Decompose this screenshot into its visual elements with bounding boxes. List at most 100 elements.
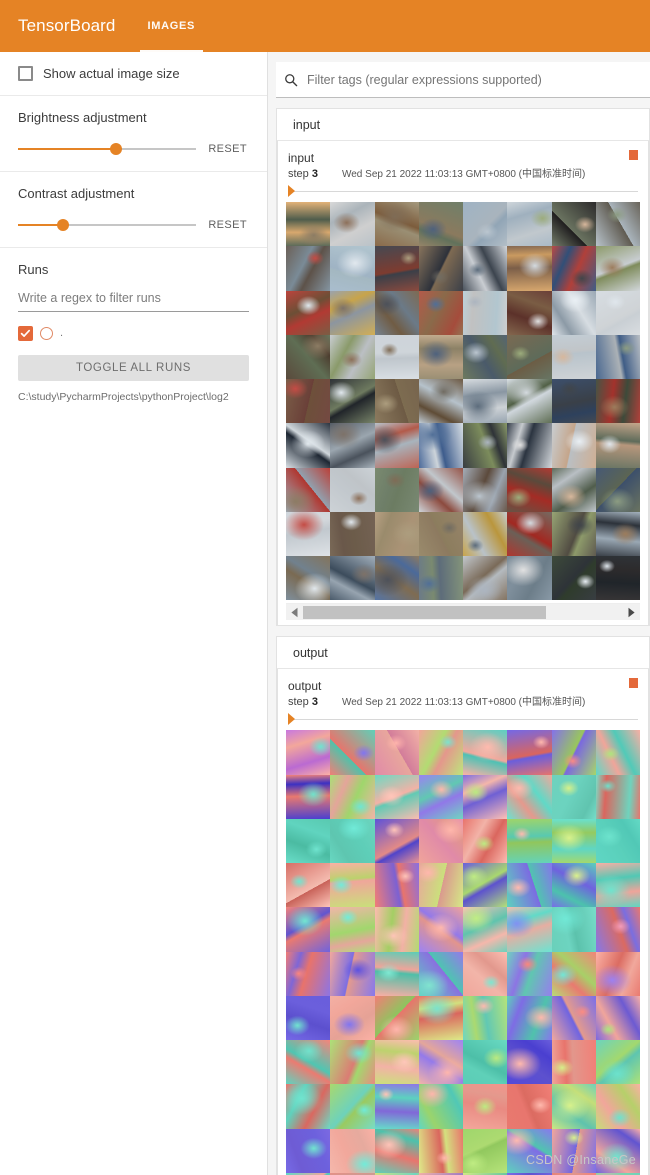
step-slider-thumb-output[interactable]: [288, 713, 295, 726]
contrast-reset-button[interactable]: RESET: [208, 219, 249, 231]
brightness-slider-thumb[interactable]: [110, 143, 123, 155]
contrast-slider-thumb[interactable]: [56, 219, 69, 231]
scroll-right-arrow-icon-input[interactable]: [623, 604, 640, 621]
image-grid-input[interactable]: [286, 202, 640, 601]
image-tile: [463, 1040, 508, 1085]
tag-group-header-output[interactable]: output: [277, 637, 649, 670]
tag-filter-bar[interactable]: [276, 62, 650, 98]
image-tile: [418, 951, 463, 996]
image-tile: [551, 863, 596, 908]
tag-group-header-input[interactable]: input: [277, 109, 649, 141]
image-tile: [463, 818, 508, 863]
image-tile: [330, 907, 375, 952]
image-tile: [418, 995, 463, 1040]
tag-filter-input[interactable]: [305, 71, 642, 88]
sidebar-section-runs: Runs . TOGGLE ALL RUNS C:\study\PycharmP…: [0, 248, 267, 417]
image-tile: [418, 1040, 463, 1085]
run-checkbox[interactable]: [18, 326, 33, 341]
image-grid-output[interactable]: [286, 730, 640, 1175]
tag-group-input: input input step 3 Wed Sep 21 2022 11:03…: [276, 108, 650, 627]
scroll-left-arrow-icon-input[interactable]: [286, 604, 303, 621]
image-tile: [595, 246, 640, 291]
image-tile: [374, 1084, 419, 1129]
brightness-slider[interactable]: [18, 141, 197, 157]
image-tile: [551, 818, 596, 863]
step-slider-output[interactable]: [288, 712, 638, 726]
image-tile: [507, 907, 552, 952]
image-tile: [551, 202, 596, 247]
image-tile: [507, 246, 552, 291]
image-tile: [286, 467, 331, 512]
image-tile: [595, 511, 640, 556]
image-tile: [595, 334, 640, 379]
image-tile: [330, 334, 375, 379]
image-tile: [595, 774, 640, 819]
image-tile: [374, 511, 419, 556]
step-label-output: step: [288, 696, 309, 709]
image-tile: [418, 423, 463, 468]
brightness-reset-button[interactable]: RESET: [208, 143, 249, 155]
sidebar-section-actual-size: Show actual image size: [0, 52, 267, 96]
run-item-dot[interactable]: .: [18, 326, 249, 341]
image-tile: [551, 246, 596, 291]
image-tile: [551, 951, 596, 996]
image-tile: [551, 379, 596, 424]
main-pane: input input step 3 Wed Sep 21 2022 11:03…: [268, 52, 650, 1175]
image-tile: [595, 467, 640, 512]
scroll-thumb-input[interactable]: [303, 605, 547, 619]
image-tile: [595, 556, 640, 601]
image-tile: [463, 379, 508, 424]
image-tile: [463, 995, 508, 1040]
image-tile: [374, 556, 419, 601]
image-tile: [330, 1040, 375, 1085]
image-tile: [463, 774, 508, 819]
tab-images[interactable]: IMAGES: [134, 0, 210, 52]
sidebar-section-contrast: Contrast adjustment RESET: [0, 172, 267, 248]
step-slider-input[interactable]: [288, 184, 638, 198]
image-tile: [330, 290, 375, 335]
step-value-input: 3: [311, 168, 318, 180]
image-tile: [374, 467, 419, 512]
image-tile: [374, 246, 419, 291]
image-tile: [551, 334, 596, 379]
step-slider-thumb-input[interactable]: [288, 185, 295, 197]
image-tile: [374, 774, 419, 819]
image-tile: [551, 730, 596, 775]
image-tile: [330, 379, 375, 424]
run-color-circle-icon: [40, 327, 53, 340]
search-icon: [285, 73, 298, 86]
image-tile: [551, 1084, 596, 1129]
contrast-slider[interactable]: [18, 217, 197, 233]
show-actual-image-size-checkbox[interactable]: [18, 66, 33, 81]
image-tile: [507, 774, 552, 819]
image-tile: [286, 379, 331, 424]
image-tile: [286, 423, 331, 468]
image-tile: [507, 818, 552, 863]
image-tile: [330, 423, 375, 468]
wall-time-input: Wed Sep 21 2022 11:03:13 GMT+0800 (中国标准时…: [341, 169, 586, 180]
image-tile: [374, 423, 419, 468]
image-tile: [418, 290, 463, 335]
image-tile: [463, 863, 508, 908]
brightness-slider-fill: [18, 148, 117, 150]
image-tile: [330, 1128, 375, 1173]
image-tile: [551, 467, 596, 512]
image-tile: [418, 202, 463, 247]
image-tile: [507, 511, 552, 556]
runs-regex-input[interactable]: [18, 289, 249, 312]
pin-icon-output[interactable]: [629, 678, 638, 689]
image-tile: [551, 423, 596, 468]
pin-icon-input[interactable]: [629, 150, 638, 160]
image-tile: [463, 511, 508, 556]
image-tile: [286, 774, 331, 819]
show-actual-image-size-row[interactable]: Show actual image size: [18, 66, 249, 81]
image-tile: [286, 818, 331, 863]
image-tile: [418, 511, 463, 556]
sidebar-section-brightness: Brightness adjustment RESET: [0, 96, 267, 172]
image-tile: [286, 202, 331, 247]
image-tile: [286, 951, 331, 996]
image-tile: [330, 202, 375, 247]
image-tile: [374, 334, 419, 379]
horizontal-scrollbar-input[interactable]: [286, 603, 640, 621]
toggle-all-runs-button[interactable]: TOGGLE ALL RUNS: [18, 355, 249, 381]
